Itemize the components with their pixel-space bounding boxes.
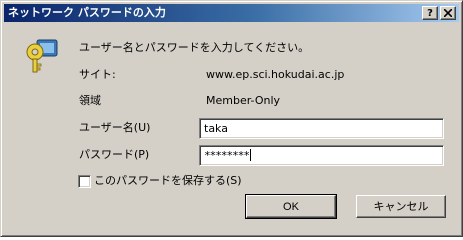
close-icon: [444, 9, 452, 17]
prompt-text: ユーザー名とパスワードを入力してください。: [79, 41, 310, 54]
title-bar[interactable]: ネットワーク パスワードの入力 ?: [4, 4, 459, 22]
key-icon: [26, 39, 58, 73]
site-value: www.ep.sci.hokudai.ac.jp: [206, 68, 345, 81]
username-value: taka: [204, 122, 228, 135]
save-password-checkbox[interactable]: [78, 175, 91, 188]
window-title: ネットワーク パスワードの入力: [8, 6, 166, 19]
close-button[interactable]: [440, 6, 456, 20]
help-button[interactable]: ?: [422, 6, 438, 20]
password-value: ********: [204, 149, 250, 162]
password-label: パスワード(P): [79, 148, 150, 161]
cancel-button[interactable]: キャンセル: [356, 195, 446, 218]
username-input[interactable]: taka: [199, 118, 444, 139]
username-label: ユーザー名(U): [79, 121, 151, 134]
password-dialog: ネットワーク パスワードの入力 ? ユーザー名とパスワードを入力してください。 …: [0, 0, 463, 237]
realm-label: 領域: [79, 94, 101, 107]
password-input[interactable]: ********: [199, 145, 444, 166]
site-label: サイト:: [79, 68, 116, 81]
ok-button[interactable]: OK: [245, 194, 337, 219]
text-caret: [249, 149, 251, 161]
realm-value: Member-Only: [206, 94, 281, 107]
save-password-label[interactable]: このパスワードを保存する(S): [94, 174, 242, 188]
